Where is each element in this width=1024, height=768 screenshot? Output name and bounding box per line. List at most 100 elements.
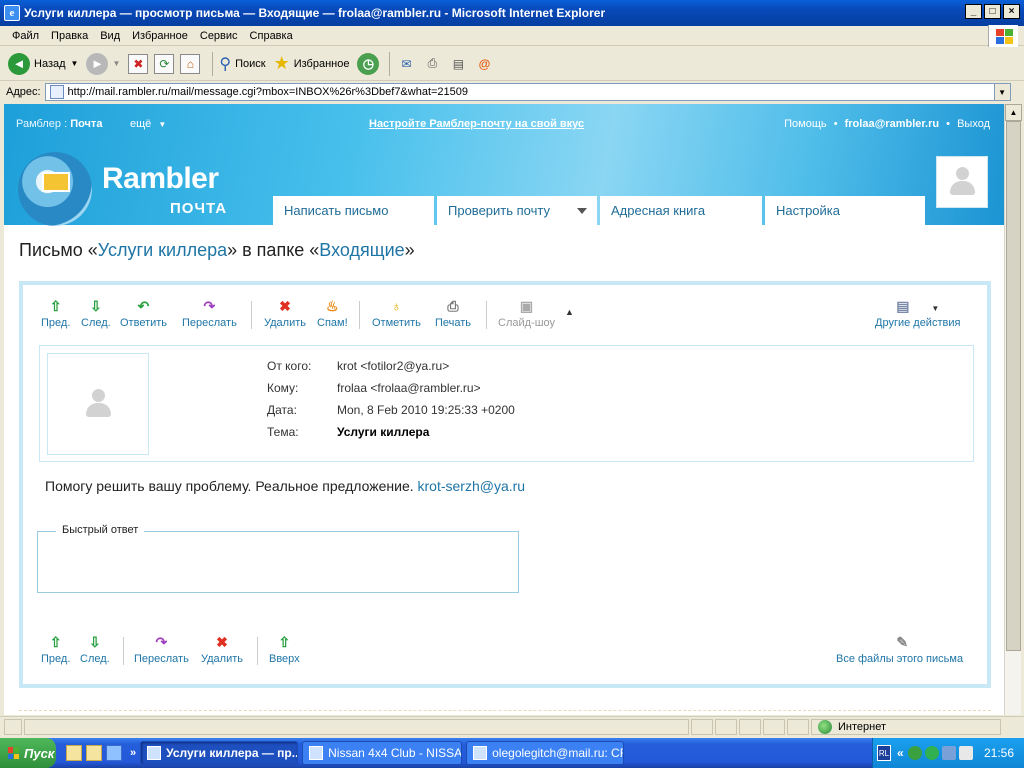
tray-torrent-icon[interactable]: [924, 746, 939, 760]
quick-launch-icon[interactable]: [66, 745, 82, 761]
dropdown-caret-icon[interactable]: [577, 208, 587, 214]
messenger-icon[interactable]: @: [474, 54, 494, 74]
vertical-scrollbar[interactable]: ▲: [1004, 104, 1022, 715]
tray-expand-icon[interactable]: «: [897, 746, 904, 760]
prev-button[interactable]: ⇧ Пред.: [41, 297, 70, 329]
language-indicator[interactable]: RL: [877, 745, 891, 761]
page-viewport: Рамблер : Почта ещё ▼ Настройте Рамблер-…: [4, 104, 1004, 715]
to-value[interactable]: frolaa <frolaa@rambler.ru>: [337, 381, 481, 395]
chevron-right-icon[interactable]: »: [130, 747, 136, 759]
task-button-2[interactable]: Nissan 4x4 Club - NISSA...: [302, 741, 463, 765]
bottom-prev-button[interactable]: ⇧ Пред.: [41, 633, 70, 665]
mail-icon[interactable]: ✉: [396, 54, 416, 74]
status-cell: [691, 718, 713, 735]
task-button-1[interactable]: Услуги киллера — пр...: [140, 741, 299, 765]
promo-link[interactable]: Настройте Рамблер-почту на свой вкус: [369, 118, 584, 130]
task-label-2: Nissan 4x4 Club - NISSA...: [328, 746, 463, 760]
all-files-button[interactable]: ✎ Все файлы этого письма: [836, 633, 963, 665]
logo-wordmark[interactable]: Rambler: [102, 162, 219, 196]
from-label: От кого:: [267, 359, 312, 373]
menu-view[interactable]: Вид: [94, 30, 126, 42]
message-panel: ⇧ Пред. ⇩ След. ↶ Ответить ↷ Переслать ✖…: [19, 281, 991, 688]
forward-icon: ↷: [203, 298, 216, 314]
up-arrow-icon: ⇧: [49, 634, 62, 650]
task-button-3[interactable]: olegolegitch@mail.ru: CF...: [466, 741, 625, 765]
popup-blocked-icon[interactable]: [763, 718, 785, 735]
action-separator: [251, 301, 252, 329]
menu-file[interactable]: Файл: [6, 30, 45, 42]
history-icon[interactable]: ◷: [357, 52, 380, 75]
header-to: Кому: frolaa <frolaa@rambler.ru>: [267, 381, 481, 395]
body-email-link[interactable]: krot-serzh@ya.ru: [418, 478, 526, 494]
bottom-forward-button[interactable]: ↷ Переслать: [134, 633, 189, 665]
print-button[interactable]: ⎙ Печать: [435, 297, 471, 329]
back-arrow-icon: ◄: [8, 52, 30, 75]
bottom-delete-button[interactable]: ✖ Удалить: [201, 633, 243, 665]
menu-tools[interactable]: Сервис: [194, 30, 244, 42]
scroll-up-icon[interactable]: ▲: [1005, 104, 1022, 121]
windows-logo-icon: [988, 25, 1018, 47]
edit-icon[interactable]: ▤: [448, 54, 468, 74]
tray-eye-icon[interactable]: [907, 746, 922, 760]
user-nav: Помощь • frolaa@rambler.ru • Выход: [784, 118, 990, 130]
mail-current-label: Почта: [70, 118, 103, 130]
tab-check-mail[interactable]: Проверить почту: [437, 196, 597, 225]
spam-button[interactable]: ♨ Спам!: [317, 297, 348, 329]
windows-flag-icon: [8, 747, 20, 759]
address-dropdown-icon[interactable]: ▼: [993, 84, 1010, 100]
home-button[interactable]: ⌂: [180, 53, 201, 74]
close-button[interactable]: ×: [1003, 4, 1020, 19]
user-avatar[interactable]: [936, 156, 988, 208]
next-button[interactable]: ⇩ След.: [81, 297, 111, 329]
collapse-toolbar-icon[interactable]: ▲: [565, 307, 574, 317]
help-link[interactable]: Помощь: [784, 118, 827, 130]
bottom-next-button[interactable]: ⇩ След.: [80, 633, 110, 665]
from-value[interactable]: krot <fotilor2@ya.ru>: [337, 359, 449, 373]
back-dropdown-icon[interactable]: ▼: [71, 59, 79, 68]
logout-link[interactable]: Выход: [957, 118, 990, 130]
search-button[interactable]: ⚲ Поиск: [219, 54, 265, 74]
scroll-top-button[interactable]: ⇧ Вверх: [269, 633, 300, 665]
start-button[interactable]: Пуск: [0, 738, 56, 768]
reply-button[interactable]: ↶ Ответить: [120, 297, 167, 329]
tab-settings[interactable]: Настройка: [765, 196, 925, 225]
forward-button[interactable]: ↷ Переслать: [182, 297, 237, 329]
quick-reply-legend: Быстрый ответ: [56, 524, 145, 536]
tab-address-book[interactable]: Адресная книга: [600, 196, 762, 225]
mark-button[interactable]: ♁ Отметить: [372, 297, 421, 329]
scroll-thumb[interactable]: [1006, 121, 1021, 651]
ie-icon[interactable]: [106, 745, 122, 761]
delete-icon: ✖: [279, 298, 291, 314]
back-button[interactable]: ◄ Назад ▼: [8, 52, 79, 75]
refresh-button[interactable]: ⟳: [154, 53, 175, 74]
forward-label: Переслать: [182, 317, 237, 329]
other-actions-button[interactable]: ▤ ▼ Другие действия: [875, 297, 960, 329]
delete-button[interactable]: ✖ Удалить: [264, 297, 306, 329]
maximize-button[interactable]: □: [984, 4, 1001, 19]
spam-label: Спам!: [317, 317, 348, 329]
folder-link[interactable]: Входящие: [319, 240, 404, 260]
more-services-link[interactable]: ещё ▼: [130, 118, 166, 130]
window-title-bar[interactable]: e Услуги киллера — просмотр письма — Вхо…: [0, 0, 1024, 26]
stop-button[interactable]: ✖: [128, 53, 149, 74]
slideshow-button[interactable]: ▣ Слайд-шоу: [498, 297, 555, 329]
user-email[interactable]: frolaa@rambler.ru: [845, 118, 939, 130]
tray-network-icon[interactable]: [941, 746, 956, 760]
forward-button[interactable]: ► ▼: [86, 52, 120, 75]
subject-link[interactable]: Услуги киллера: [98, 240, 227, 260]
tab-compose[interactable]: Написать письмо: [273, 196, 434, 225]
address-input[interactable]: http://mail.rambler.ru/mail/message.cgi?…: [44, 83, 1011, 101]
forward-dropdown-icon[interactable]: ▼: [112, 59, 120, 68]
menu-edit[interactable]: Правка: [45, 30, 94, 42]
minimize-button[interactable]: _: [965, 4, 982, 19]
bottom-actions: ⇧ Пред. ⇩ След. ↷ Переслать ✖ Удалить ⇧ …: [23, 633, 987, 673]
quick-reply[interactable]: Быстрый ответ: [37, 524, 519, 593]
favorites-button[interactable]: ★ Избранное: [274, 53, 350, 74]
folder-icon[interactable]: [86, 745, 102, 761]
rambler-home-link[interactable]: Рамблер: [16, 118, 61, 130]
menu-favorites[interactable]: Избранное: [126, 30, 194, 42]
menu-help[interactable]: Справка: [244, 30, 299, 42]
tray-security-icon[interactable]: [958, 746, 973, 760]
message-body: Помогу решить вашу проблему. Реальное пр…: [45, 478, 525, 494]
print-icon[interactable]: ⎙: [422, 54, 442, 74]
